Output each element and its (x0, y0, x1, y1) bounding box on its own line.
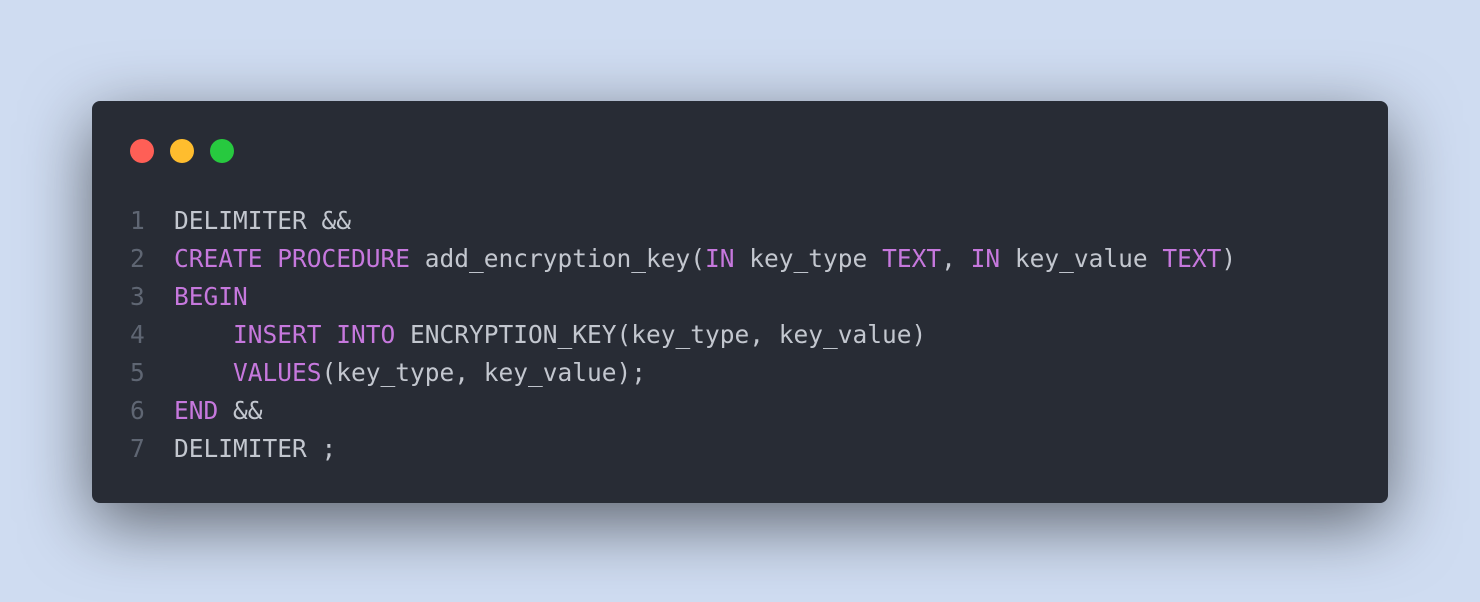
maximize-button[interactable] (210, 139, 234, 163)
code-keyword: VALUES (233, 358, 322, 387)
line-number: 6 (130, 396, 145, 425)
code-token: add_encryption_key( (410, 244, 706, 273)
code-content: VALUES(key_type, key_value); (174, 354, 1368, 392)
code-line: 4 INSERT INTO ENCRYPTION_KEY(key_type, k… (130, 316, 1368, 354)
line-number: 3 (130, 282, 145, 311)
code-keyword: IN (705, 244, 735, 273)
line-number: 2 (130, 244, 145, 273)
code-window: 1 DELIMITER && 2 CREATE PROCEDURE add_encry… (92, 101, 1388, 503)
line-number: 5 (130, 358, 145, 387)
close-button[interactable] (130, 139, 154, 163)
code-content: CREATE PROCEDURE add_encryption_key(IN k… (174, 240, 1368, 278)
code-token: key_type (734, 244, 883, 273)
code-line: 1 DELIMITER && (130, 202, 1368, 240)
line-number: 4 (130, 320, 145, 349)
code-keyword: IN (970, 244, 1001, 273)
code-content: BEGIN (174, 278, 1368, 316)
code-keyword: TEXT (882, 244, 942, 273)
minimize-button[interactable] (170, 139, 194, 163)
code-content: DELIMITER ; (174, 430, 1368, 468)
line-number: 1 (130, 206, 145, 235)
code-keyword: CREATE PROCEDURE (174, 244, 411, 273)
code-token: ) (1221, 244, 1237, 273)
code-line: 5 VALUES(key_type, key_value); (130, 354, 1368, 392)
code-token: (key_type, key_value); (321, 358, 647, 387)
code-keyword: BEGIN (174, 282, 248, 311)
code-line: 2 CREATE PROCEDURE add_encryption_key(IN … (130, 240, 1368, 278)
code-content: INSERT INTO ENCRYPTION_KEY(key_type, key… (174, 316, 1368, 354)
code-token: key_value (1000, 244, 1163, 273)
code-token: DELIMITER ; (174, 434, 337, 463)
code-token: ENCRYPTION_KEY(key_type, key_value) (395, 320, 927, 349)
code-line: 7 DELIMITER ; (130, 430, 1368, 468)
code-token: , (941, 244, 971, 273)
window-controls (130, 139, 234, 163)
code-line: 6 END && (130, 392, 1368, 430)
line-number: 7 (130, 434, 145, 463)
code-keyword: TEXT (1162, 244, 1222, 273)
code-content: DELIMITER && (174, 202, 1368, 240)
code-keyword: END (174, 396, 219, 425)
code-token: DELIMITER && (174, 206, 352, 235)
code-editor[interactable]: 1 DELIMITER && 2 CREATE PROCEDURE add_encry… (130, 202, 1368, 468)
code-keyword: INSERT INTO (233, 320, 396, 349)
code-content: END && (174, 392, 1368, 430)
code-line: 3 BEGIN (130, 278, 1368, 316)
code-token: && (218, 396, 263, 425)
